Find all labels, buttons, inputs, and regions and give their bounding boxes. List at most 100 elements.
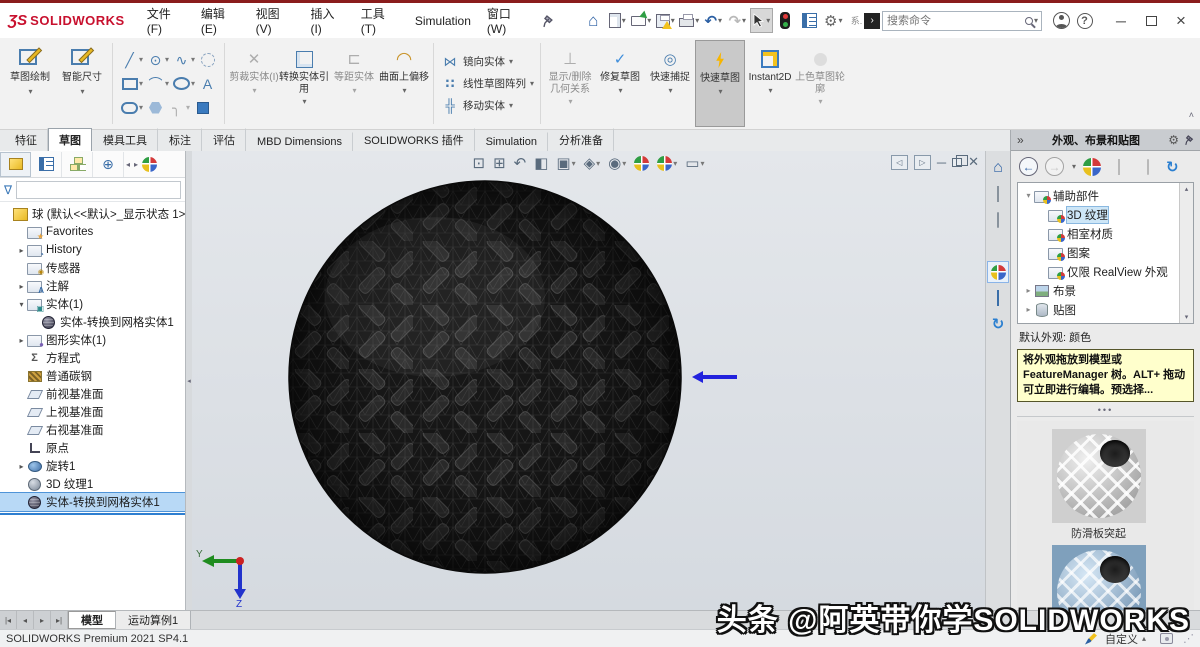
tree-item[interactable]: 球 (默认<<默认>_显示状态 1>) — [0, 205, 185, 223]
tree-item[interactable]: 上视基准面 — [0, 403, 185, 421]
tab-nav-arrow[interactable]: |◂ — [0, 611, 17, 629]
ribbon-button[interactable]: 快速捕捉 ▾ — [645, 40, 695, 127]
ribbon-button[interactable]: 修复草图 ▾ — [595, 40, 645, 127]
task-pane-tab[interactable] — [987, 261, 1009, 283]
sketch-entity-button[interactable]: ∿ — [171, 49, 197, 71]
appearance-thumbnail[interactable] — [1052, 545, 1146, 610]
appearance-tree-item[interactable]: ▾ 辅助部件 — [1021, 186, 1177, 205]
task-pane-tab[interactable] — [987, 287, 1009, 309]
appearance-tree-item[interactable]: 3D 纹理 — [1021, 205, 1177, 224]
collision-check-button[interactable] — [774, 8, 797, 33]
select-tool-button[interactable]: ▾ — [750, 8, 773, 33]
pane-settings-gear-icon[interactable]: ⚙ — [1168, 133, 1179, 147]
ribbon-button[interactable]: Instant2D ▾ — [745, 40, 795, 127]
refresh-icon[interactable]: ↻ — [1166, 158, 1179, 176]
command-tab[interactable]: 草图 — [48, 128, 92, 151]
ribbon-button[interactable]: 剪裁实体(I) ▾ — [229, 40, 279, 127]
view-tool-button[interactable] — [631, 154, 652, 173]
tree-item[interactable]: 右视基准面 — [0, 421, 185, 439]
minimize-button[interactable]: ─ — [1106, 8, 1136, 33]
tree-expander[interactable]: ▸ — [16, 336, 27, 345]
tab-propertymanager[interactable] — [31, 152, 62, 177]
command-tab[interactable]: 评估 — [202, 128, 246, 151]
view-tool-button[interactable]: ⊡ — [469, 154, 488, 173]
ribbon-button[interactable]: 显示/删除几何关系 ▾ — [545, 40, 595, 127]
sketch-entity-button[interactable]: ╮ — [166, 97, 192, 119]
tree-expander[interactable]: ▾ — [16, 300, 27, 309]
open-file-button[interactable] — [1137, 156, 1159, 178]
sketch-entity-button[interactable] — [145, 97, 166, 119]
tree-expander[interactable]: ▸ — [1023, 305, 1034, 314]
account-button[interactable] — [1050, 8, 1073, 33]
view-tool-button[interactable]: ▣ — [553, 154, 578, 173]
menu-item[interactable]: 工具(T) — [353, 1, 407, 40]
library-button[interactable] — [1108, 156, 1130, 178]
pane-pin-icon[interactable] — [1185, 134, 1194, 146]
tree-item[interactable]: 原点 — [0, 439, 185, 457]
ribbon-button[interactable]: 快速草图 ▾ — [695, 40, 745, 127]
tree-expander[interactable]: ▸ — [1023, 286, 1034, 295]
tab-scroll-right[interactable]: ▸ — [132, 160, 140, 169]
menu-item[interactable]: 插入(I) — [302, 1, 352, 40]
task-pane-tab[interactable]: ↻ — [987, 313, 1009, 335]
open-button[interactable]: ▾ — [630, 8, 653, 33]
save-button[interactable]: ▾ — [654, 8, 677, 33]
tab-featuremanager[interactable] — [0, 152, 31, 177]
back-button[interactable]: ← — [1019, 157, 1038, 176]
ribbon-stack-button[interactable]: 移动实体 ▾ — [440, 97, 534, 115]
close-button[interactable]: × — [1166, 8, 1196, 33]
document-tab[interactable]: 运动算例1 — [116, 611, 191, 629]
textured-sphere-model[interactable] — [285, 177, 685, 577]
sketch-entity-button[interactable]: A — [197, 73, 218, 95]
tree-item[interactable]: ▸ 图形实体(1) — [0, 331, 185, 349]
tree-item[interactable]: Favorites — [0, 223, 185, 241]
pin-menu-icon[interactable] — [543, 14, 554, 28]
ribbon-stack-button[interactable]: 镜向实体 ▾ — [440, 53, 534, 71]
command-tab[interactable]: MBD Dimensions — [246, 132, 353, 151]
tree-item[interactable]: ▾ 实体(1) — [0, 295, 185, 313]
forward-button[interactable]: → — [1045, 157, 1064, 176]
appearance-tree-item[interactable]: ▸ 布景 — [1021, 281, 1177, 300]
doc-restore-button[interactable] — [952, 158, 962, 167]
view-tool-button[interactable]: ◈ — [581, 154, 604, 173]
task-pane-tab[interactable] — [987, 235, 1009, 257]
tree-expander[interactable]: ▸ — [16, 246, 27, 255]
task-pane-tab[interactable] — [987, 209, 1009, 231]
tree-item[interactable]: 实体-转换到网格实体1 — [0, 493, 185, 511]
expand-pane-icon[interactable]: » — [1017, 133, 1024, 147]
tree-expander[interactable]: ▾ — [1023, 191, 1034, 200]
home-button[interactable]: ⌂ — [582, 8, 605, 33]
view-tool-button[interactable]: ▭ — [682, 154, 707, 173]
redo-button[interactable]: ↷▾ — [726, 8, 749, 33]
pane-divider-handle[interactable]: ••• — [1017, 405, 1194, 417]
sketch-entity-button[interactable] — [192, 97, 213, 119]
expand-right-pane-button[interactable]: ▷ — [914, 155, 931, 170]
settings-button[interactable]: ⚙▾ — [822, 8, 845, 33]
tab-nav-arrow[interactable]: ▸| — [51, 611, 68, 629]
menu-item[interactable]: 视图(V) — [248, 1, 303, 40]
appearance-thumbnail[interactable] — [1052, 429, 1146, 523]
doc-minimize-button[interactable]: ─ — [937, 155, 946, 170]
expand-left-pane-button[interactable]: ◁ — [891, 155, 908, 170]
view-tool-button[interactable]: ⊞ — [490, 154, 509, 173]
tree-expander[interactable]: ▸ — [16, 282, 27, 291]
edit-appearance-ball-icon[interactable] — [1083, 158, 1101, 176]
tree-item[interactable]: 前视基准面 — [0, 385, 185, 403]
ribbon-collapse-chevron[interactable]: ˄ — [1189, 110, 1194, 120]
appearance-tree-item[interactable]: ▸ 贴图 — [1021, 300, 1177, 319]
tree-item[interactable]: ▸ 旋转1 — [0, 457, 185, 475]
help-button[interactable]: ? — [1073, 8, 1096, 33]
customize-button[interactable]: 自定义 ▴ — [1105, 631, 1146, 647]
tree-item[interactable]: 3D 纹理1 — [0, 475, 185, 493]
tree-item[interactable]: ▸ 注解 — [0, 277, 185, 295]
sketch-entity-button[interactable] — [171, 73, 197, 95]
command-tab[interactable]: SOLIDWORKS 插件 — [353, 128, 475, 151]
ribbon-big-button[interactable]: 草图绘制 ▾ — [4, 40, 56, 127]
ribbon-button[interactable]: 上色草图轮廓 ▾ — [795, 40, 845, 127]
tab-scroll-left[interactable]: ◂ — [124, 160, 132, 169]
task-pane-tab[interactable]: ⌂ — [987, 157, 1009, 179]
sketch-entity-button[interactable]: ⊙ — [145, 49, 171, 71]
tab-configurationmanager[interactable] — [62, 152, 93, 177]
sketch-entity-button[interactable] — [119, 73, 145, 95]
options-list-button[interactable] — [798, 8, 821, 33]
